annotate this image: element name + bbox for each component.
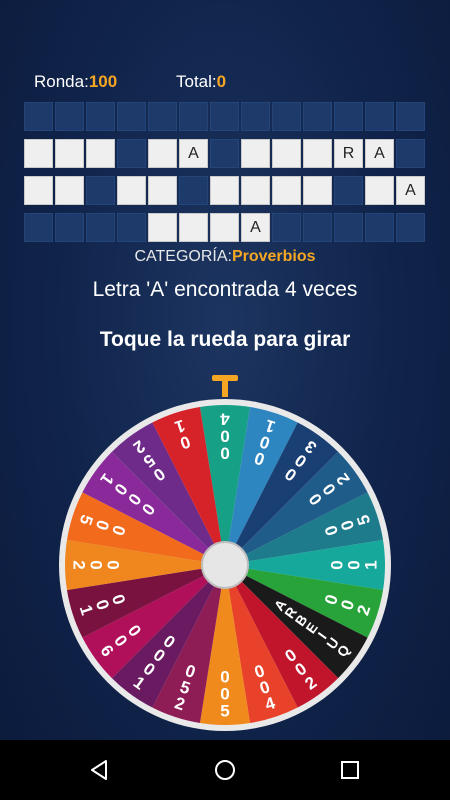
board-cell: A: [365, 139, 394, 168]
board-cell: [303, 139, 332, 168]
round-value: 100: [88, 72, 118, 91]
wheel-label-char: 5: [220, 702, 229, 721]
board-cell: [272, 102, 301, 131]
board-cell: R: [334, 139, 363, 168]
wheel-pointer: [212, 375, 238, 397]
board-cell: [86, 102, 115, 131]
wheel-segment-label: 200200: [70, 560, 123, 569]
board-cell: [334, 102, 363, 131]
total-value: 0: [216, 72, 227, 91]
wheel-label-char: 0: [220, 427, 229, 446]
board-cell: [148, 176, 177, 205]
wheel-segment-label: 500500: [220, 668, 229, 721]
board-cell: [117, 176, 146, 205]
board-cell: [241, 176, 270, 205]
status-message: Letra 'A' encontrada 4 veces: [92, 278, 358, 301]
board-cell: [272, 213, 301, 242]
board-cell: [24, 176, 53, 205]
board-cell: [55, 139, 84, 168]
category-label: CATEGORÍA:: [134, 248, 232, 265]
wheel-segment-label: 400400: [220, 410, 230, 463]
board-cell: [272, 139, 301, 168]
wheel-label-char: 0: [220, 685, 229, 704]
board-cell: [210, 176, 239, 205]
board-cell: [179, 176, 208, 205]
board-cell: [303, 213, 332, 242]
board-cell: [365, 102, 394, 131]
wheel-label-char: 0: [104, 560, 123, 569]
board-cell: [86, 176, 115, 205]
board-cell: [24, 139, 53, 168]
board-cell: [396, 213, 425, 242]
board-cell: [334, 213, 363, 242]
board-cell: [86, 139, 115, 168]
wheel-label-char: 4: [220, 410, 230, 429]
wheel-label-char: 0: [328, 560, 347, 569]
total-label: Total:: [176, 72, 217, 91]
spin-instruction: Toque la rueda para girar: [99, 328, 351, 351]
wheel-hub: [201, 541, 249, 589]
board-cell: [396, 139, 425, 168]
board-cell: [117, 139, 146, 168]
wheel-label-char: 0: [87, 560, 106, 569]
board-cell: [179, 102, 208, 131]
board-cell: A: [396, 176, 425, 205]
home-button[interactable]: [195, 740, 255, 800]
wheel-label-char: 2: [70, 560, 89, 569]
board-cell: [303, 102, 332, 131]
board-cell: [117, 213, 146, 242]
board-cell: A: [241, 213, 270, 242]
board-cell: [303, 176, 332, 205]
back-triangle-icon: [91, 760, 107, 780]
wheel-label-char: 1: [362, 560, 381, 569]
wheel-label-char: 0: [345, 560, 364, 569]
wheel-segment-label: 100100: [328, 560, 381, 569]
board-cell: [210, 102, 239, 131]
board-cell: [210, 139, 239, 168]
board-cell: [241, 139, 270, 168]
board-cell: [396, 102, 425, 131]
board-cell: [365, 213, 394, 242]
board-cell: [365, 176, 394, 205]
recents-square-icon: [341, 761, 359, 779]
back-button[interactable]: [70, 740, 130, 800]
wheel-label-char: 0: [220, 444, 229, 463]
board-cell: [148, 102, 177, 131]
board-cell: [210, 213, 239, 242]
board-cell: [86, 213, 115, 242]
board-cell: [24, 102, 53, 131]
round-stat: Ronda:100: [34, 72, 117, 92]
home-circle-icon: [215, 760, 235, 780]
round-label: Ronda:: [34, 72, 89, 91]
board-cell: [334, 176, 363, 205]
category-value: Proverbios: [231, 248, 316, 265]
recents-button[interactable]: [320, 740, 380, 800]
category-line: CATEGORÍA:Proverbios: [0, 248, 450, 266]
board-cell: [24, 213, 53, 242]
board-cell: [179, 213, 208, 242]
board-cell: [117, 102, 146, 131]
board-cell: [55, 102, 84, 131]
wheel-graphic[interactable]: 4004001001003003002002005005001001002002…: [50, 370, 400, 740]
board-cell: [148, 213, 177, 242]
android-nav-bar: [0, 740, 450, 800]
board-cell: [272, 176, 301, 205]
wheel-label-char: 0: [220, 668, 229, 687]
total-stat: Total:0: [176, 72, 226, 92]
prize-wheel[interactable]: 4004001001003003002002005005001001002002…: [50, 370, 400, 740]
board-cell: A: [179, 139, 208, 168]
board-cell: [148, 139, 177, 168]
board-cell: [55, 213, 84, 242]
stats-bar: Ronda:100 Total:0: [0, 72, 450, 96]
board-cell: [241, 102, 270, 131]
board-cell: [55, 176, 84, 205]
